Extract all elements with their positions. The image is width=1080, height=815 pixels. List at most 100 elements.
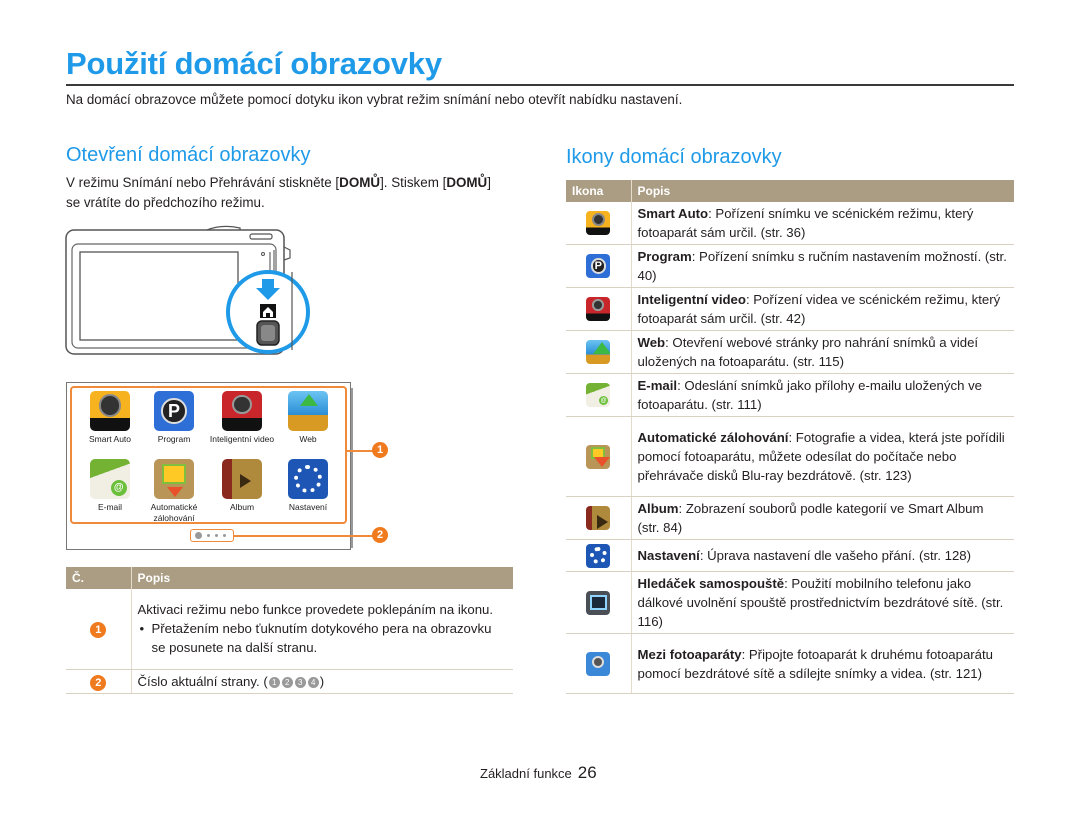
home-app-web-upload[interactable]: Web	[275, 391, 341, 445]
app-label: Album	[229, 502, 255, 512]
album-icon	[222, 459, 262, 499]
program-icon: P	[154, 391, 194, 431]
divider	[351, 388, 353, 548]
icon-description: : Úprava nastavení dle vašeho přání. (st…	[699, 548, 972, 563]
camera-to-camera-icon	[586, 651, 611, 676]
table-row: 1 Aktivaci režimu nebo funkce provedete …	[66, 589, 513, 670]
footer-section: Základní funkce	[480, 766, 572, 781]
page-marker: 4	[307, 676, 319, 688]
page-indicator	[190, 529, 234, 542]
icon-description: : Odeslání snímků jako přílohy e-mailu u…	[637, 378, 983, 412]
section-heading-open-home: Otevření domácí obrazovky	[66, 144, 311, 166]
remote-viewfinder-icon	[586, 590, 611, 615]
callout-description-table: Č. Popis 1 Aktivaci režimu nebo funkce p…	[66, 567, 513, 694]
table-row: Smart Auto: Pořízení snímku ve scénickém…	[566, 202, 1014, 245]
callout-1: 1	[372, 442, 388, 458]
home-app-album[interactable]: Album	[209, 459, 275, 513]
icon-name: Smart Auto	[637, 206, 709, 221]
home-app-program[interactable]: P Program	[141, 391, 207, 445]
table-row: @ E-mail: Odeslání snímků jako přílohy e-…	[566, 373, 1014, 417]
auto-backup-icon	[154, 459, 194, 499]
page-dot	[215, 534, 218, 537]
home-app-email[interactable]: @ E-mail	[77, 459, 143, 513]
row-bullet: • Přetažením nebo ťuknutím dotykového pe…	[139, 621, 492, 656]
intro-text: Na domácí obrazovce můžete pomocí dotyku…	[66, 92, 683, 107]
home-app-smart-movie[interactable]: Inteligentní video	[209, 391, 275, 445]
icon-name: Hledáček samospouště	[637, 576, 785, 591]
app-label: Web	[299, 434, 317, 444]
icon-description-table: Ikona Popis Smart Auto: Pořízení snímku …	[566, 180, 1014, 694]
table-row: 2 Číslo aktuální strany. (1 2 3 4)	[66, 669, 513, 694]
icon-name: Inteligentní video	[637, 292, 746, 307]
section-heading-icons: Ikony domácí obrazovky	[566, 146, 782, 168]
home-key-label: DOMŮ	[339, 175, 381, 190]
app-label: Inteligentní video	[209, 434, 275, 444]
page-marker: 1	[268, 676, 280, 688]
icon-name: E-mail	[637, 378, 678, 393]
page-dot	[207, 534, 210, 537]
web-upload-icon	[586, 340, 611, 364]
app-label: E-mail	[97, 502, 123, 512]
table-row: Hledáček samospouště: Použití mobilního …	[566, 571, 1014, 634]
page-number: 26	[577, 763, 597, 782]
open-home-instructions: V režimu Snímání nebo Přehrávání stiskně…	[66, 173, 506, 213]
table-row: Web: Otevření webové stránky pro nahrání…	[566, 330, 1014, 374]
bullet-text: Přetažením nebo ťuknutím dotykového pera…	[151, 621, 492, 656]
table-row: Nastavení: Úprava nastavení dle vašeho p…	[566, 539, 1014, 572]
icon-name: Web	[637, 335, 666, 350]
app-label: Automatické zálohování	[150, 502, 198, 523]
album-icon	[586, 506, 611, 530]
table-row: Inteligentní video: Pořízení videa ve sc…	[566, 287, 1014, 331]
title-divider	[66, 84, 1014, 86]
auto-backup-icon	[586, 444, 611, 469]
table-row: Album: Zobrazení souborů podle kategorií…	[566, 496, 1014, 540]
col-header-icon: Ikona	[566, 180, 632, 202]
icon-description: : Otevření webové stránky pro nahrání sn…	[637, 335, 979, 369]
icon-name: Mezi fotoaparáty	[637, 646, 742, 662]
page-title: Použití domácí obrazovky	[66, 46, 442, 81]
home-app-settings-gear[interactable]: Nastavení	[275, 459, 341, 513]
app-label: Program	[157, 434, 191, 444]
page-marker: 2	[281, 676, 293, 688]
smart-auto-icon	[586, 211, 611, 235]
page-dot-current	[195, 532, 202, 539]
icon-name: Program	[637, 249, 692, 264]
text: V režimu Snímání nebo Přehrávání stiskně…	[66, 175, 340, 190]
page-dot	[223, 534, 226, 537]
table-row: Automatické zálohování: Fotografie a vid…	[566, 416, 1014, 497]
icon-description: : Pořízení snímku s ručním nastavením mo…	[637, 249, 1007, 283]
col-header-description: Popis	[631, 180, 1014, 202]
icon-name: Album	[637, 501, 679, 516]
smart-movie-icon	[586, 297, 611, 321]
callout-line-1	[347, 450, 373, 452]
settings-gear-icon	[586, 543, 611, 568]
row-text-end: )	[319, 673, 325, 689]
callout-number: 1	[90, 622, 107, 639]
col-header-description: Popis	[131, 567, 513, 589]
settings-gear-icon	[288, 459, 328, 499]
home-app-smart-auto[interactable]: Smart Auto	[77, 391, 143, 445]
table-row: Mezi fotoaparáty: Připojte fotoaparát k …	[566, 633, 1014, 694]
email-icon: @	[586, 383, 611, 407]
email-icon: @	[90, 459, 130, 499]
icon-description: : Zobrazení souborů podle kategorií ve S…	[637, 501, 984, 535]
callout-line-2	[234, 535, 373, 537]
icon-name: Automatické zálohování	[637, 430, 789, 445]
web-upload-icon	[288, 391, 328, 431]
col-header-number: Č.	[66, 567, 132, 589]
page-marker: 3	[294, 676, 306, 688]
row-text: Číslo aktuální strany. (	[137, 673, 268, 689]
page-footer: Základní funkce 26	[480, 763, 597, 783]
smart-auto-icon	[90, 391, 130, 431]
row-text: Aktivaci režimu nebo funkce provedete po…	[137, 602, 494, 618]
callout-number: 2	[90, 674, 107, 691]
icon-name: Nastavení	[637, 548, 700, 563]
smart-movie-icon	[222, 391, 262, 431]
text: ]. Stiskem [	[380, 175, 447, 190]
app-label: Smart Auto	[88, 434, 132, 444]
app-label: Nastavení	[288, 502, 328, 512]
table-row: P Program: Pořízení snímku s ručním nasta…	[566, 244, 1014, 288]
home-app-auto-backup[interactable]: Automatické zálohování	[141, 459, 207, 524]
camera-back-illustration	[65, 225, 310, 355]
program-icon: P	[586, 254, 611, 278]
